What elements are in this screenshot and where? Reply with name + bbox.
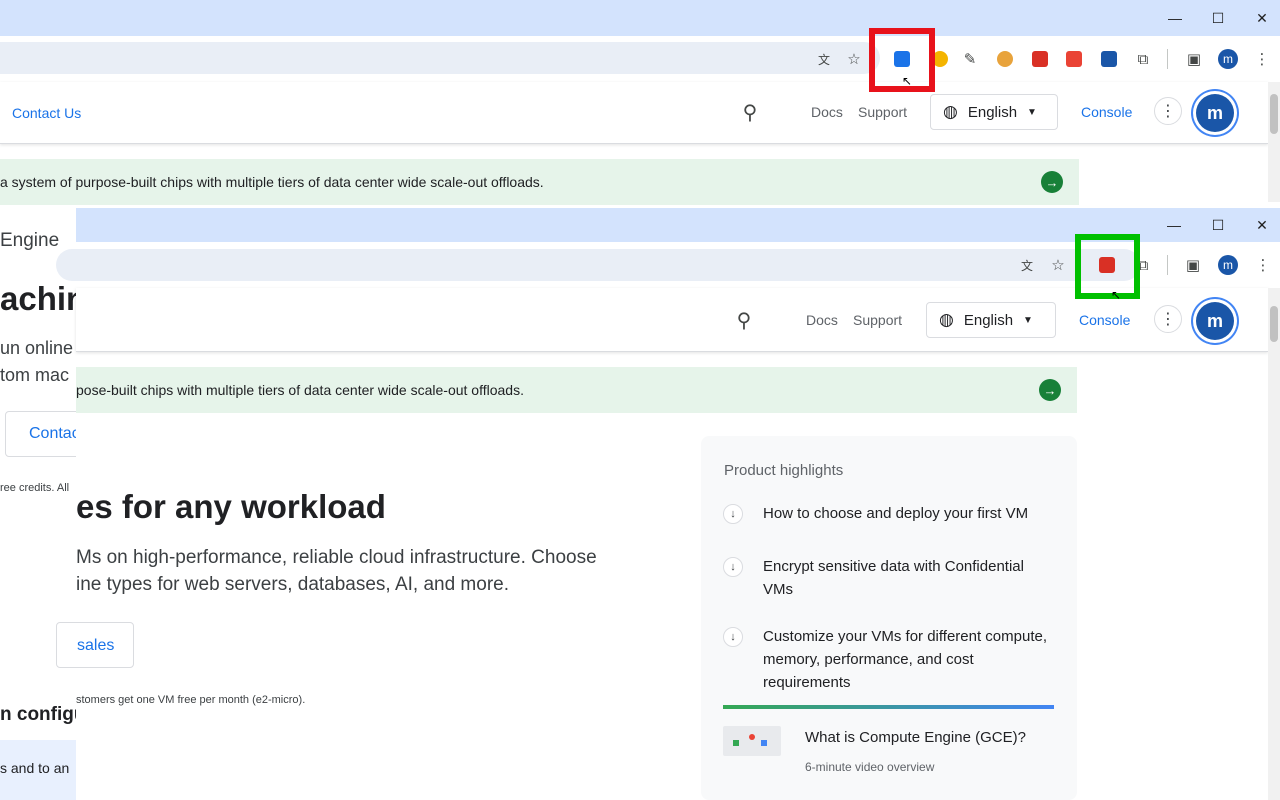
profile-avatar[interactable]: m xyxy=(1216,253,1240,277)
more-vert-icon[interactable]: ⋮ xyxy=(1251,253,1275,277)
language-select[interactable]: ◍ English ▼ xyxy=(926,302,1056,338)
product-highlights-panel: Product highlights ↓ How to choose and d… xyxy=(701,436,1077,800)
front-close-button[interactable]: ✕ xyxy=(1240,208,1280,242)
highlight-item-label: Customize your VMs for different compute… xyxy=(763,628,1048,691)
front-maximize-button[interactable]: ☐ xyxy=(1196,208,1240,242)
calendar-icon[interactable] xyxy=(1028,47,1052,71)
support-link[interactable]: Support xyxy=(858,104,907,120)
console-link[interactable]: Console xyxy=(1079,312,1130,328)
front-address-bar[interactable] xyxy=(56,249,1140,281)
video-subtitle: 6-minute video overview xyxy=(805,760,935,774)
mouse-cursor-icon: ↖ xyxy=(1111,288,1122,302)
translate-icon[interactable]: 文 xyxy=(812,47,836,71)
mouse-cursor-icon: ↖ xyxy=(902,74,913,88)
fragment-blue-panel: s and to an xyxy=(0,740,80,800)
contact-sales-button[interactable]: sales xyxy=(56,622,134,668)
arrow-down-icon: ↓ xyxy=(723,557,743,577)
back-title-bar: — ☐ ✕ xyxy=(0,0,1280,36)
contact-us-link[interactable]: Contact Us xyxy=(12,105,81,121)
language-value: English xyxy=(967,103,1018,121)
arrow-right-icon[interactable]: → xyxy=(1039,379,1061,401)
toolbar-divider xyxy=(1167,255,1168,275)
back-scrollbar-thumb[interactable] xyxy=(1270,94,1278,134)
docs-link[interactable]: Docs xyxy=(811,104,843,120)
search-icon[interactable]: ⚲ xyxy=(738,100,762,124)
language-value: English xyxy=(963,311,1014,329)
extension-icon[interactable] xyxy=(1062,47,1086,71)
back-address-bar[interactable] xyxy=(0,42,880,74)
front-announcement-banner: pose-built chips with multiple tiers of … xyxy=(76,367,1077,413)
puzzle-icon[interactable]: ⧉ xyxy=(1131,47,1155,71)
search-icon[interactable]: ⚲ xyxy=(732,308,756,332)
back-minimize-button[interactable]: — xyxy=(1153,0,1197,36)
green-highlight-box xyxy=(1075,234,1140,299)
front-scrollbar[interactable] xyxy=(1268,288,1280,800)
console-link[interactable]: Console xyxy=(1081,104,1132,120)
arrow-down-icon: ↓ xyxy=(723,504,743,524)
highlight-item[interactable]: ↓ Encrypt sensitive data with Confidenti… xyxy=(723,555,1057,601)
support-link[interactable]: Support xyxy=(853,312,902,328)
docs-link[interactable]: Docs xyxy=(806,312,838,328)
more-options-button[interactable]: ⋮ xyxy=(1154,305,1182,333)
fragment-custom-mac: tom mac xyxy=(0,365,70,385)
back-close-button[interactable]: ✕ xyxy=(1240,0,1280,36)
hero-heading: es for any workload xyxy=(76,488,386,525)
globe-icon: ◍ xyxy=(939,310,954,329)
edit-icon[interactable]: ✎ xyxy=(958,47,982,71)
front-minimize-button[interactable]: — xyxy=(1152,208,1196,242)
side-panel-icon[interactable]: ▣ xyxy=(1182,47,1206,71)
back-toolbar: 文 ☆ ✎ ⧉ ▣ m ⋮ xyxy=(0,36,1280,82)
highlight-item-label: How to choose and deploy your first VM xyxy=(763,505,1029,522)
caret-down-icon: ▼ xyxy=(1023,314,1033,326)
globe-icon: ◍ xyxy=(943,102,958,121)
banner-text: a system of purpose-built chips with mul… xyxy=(0,174,544,190)
extension-icon[interactable] xyxy=(993,47,1017,71)
back-announcement-banner: a system of purpose-built chips with mul… xyxy=(0,159,1079,205)
arrow-right-icon[interactable]: → xyxy=(1041,171,1063,193)
fragment-machine-heading: achin xyxy=(0,280,87,317)
highlight-item[interactable]: ↓ How to choose and deploy your first VM xyxy=(723,502,1057,525)
back-scrollbar[interactable] xyxy=(1268,82,1280,202)
account-avatar[interactable]: m xyxy=(1196,94,1234,132)
more-options-button[interactable]: ⋮ xyxy=(1154,97,1182,125)
video-title[interactable]: What is Compute Engine (GCE)? xyxy=(805,729,1026,746)
toolbar-divider xyxy=(1167,49,1168,69)
caret-down-icon: ▼ xyxy=(1027,106,1037,118)
highlight-item[interactable]: ↓ Customize your VMs for different compu… xyxy=(723,625,1057,694)
highlights-title: Product highlights xyxy=(724,462,844,479)
banner-text: pose-built chips with multiple tiers of … xyxy=(76,382,524,398)
language-select[interactable]: ◍ English ▼ xyxy=(930,94,1058,130)
video-progress-bar xyxy=(723,705,1054,709)
side-panel-icon[interactable]: ▣ xyxy=(1181,253,1205,277)
account-avatar[interactable]: m xyxy=(1196,302,1234,340)
extension-icon[interactable] xyxy=(1097,47,1121,71)
fragment-config: n configu xyxy=(0,704,86,725)
translate-icon[interactable]: 文 xyxy=(1015,253,1039,277)
star-icon[interactable]: ☆ xyxy=(842,47,866,71)
free-tier-note: stomers get one VM free per month (e2-mi… xyxy=(76,694,306,706)
hero-description-line2: ine types for web servers, databases, AI… xyxy=(76,574,510,595)
fragment-engine: Engine xyxy=(0,230,60,251)
hero-description-line1: Ms on high-performance, reliable cloud i… xyxy=(76,547,597,568)
back-site-nav: Contact Us ⚲ Docs Support ◍ English ▼ Co… xyxy=(0,82,1268,144)
front-scrollbar-thumb[interactable] xyxy=(1270,306,1278,342)
video-thumbnail[interactable] xyxy=(723,726,781,756)
fragment-run-online: un online xyxy=(0,338,74,358)
back-maximize-button[interactable]: ☐ xyxy=(1196,0,1240,36)
star-icon[interactable]: ☆ xyxy=(1046,253,1070,277)
profile-avatar[interactable]: m xyxy=(1216,47,1240,71)
arrow-down-icon: ↓ xyxy=(723,627,743,647)
fragment-credits: ree credits. All xyxy=(0,482,70,494)
highlight-item-label: Encrypt sensitive data with Confidential… xyxy=(763,558,1024,598)
more-vert-icon[interactable]: ⋮ xyxy=(1250,47,1274,71)
